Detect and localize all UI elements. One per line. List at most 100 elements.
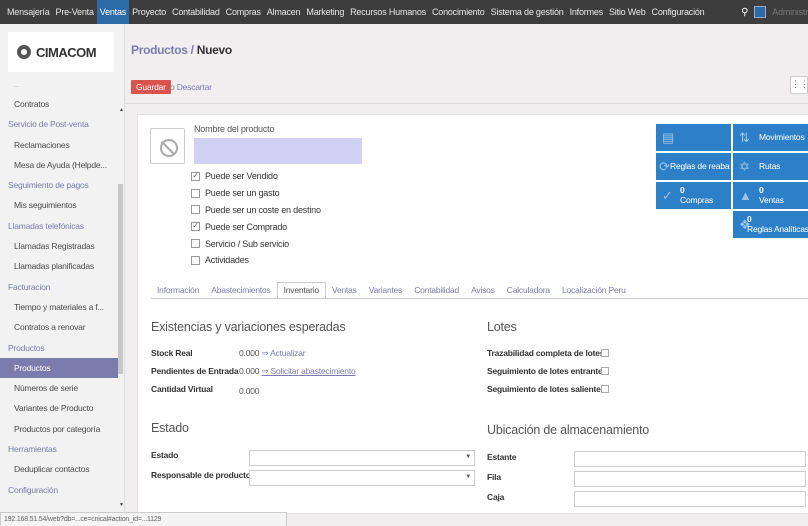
movimientos-button[interactable]: ⇅ Movimientos (733, 124, 808, 151)
lote-checkbox[interactable] (601, 349, 609, 357)
option-row: Servicio / Sub servicio (191, 235, 321, 252)
option-checkbox[interactable] (191, 205, 200, 215)
top-menu-item[interactable]: Sistema de gestión (488, 0, 567, 24)
option-label: Puede ser Vendido (205, 171, 278, 182)
caja-label: Caja (487, 492, 505, 502)
option-checkbox[interactable] (191, 255, 200, 265)
sidebar-item[interactable]: Tiempo y materiales a f... (0, 297, 118, 317)
product-image[interactable] (150, 128, 185, 164)
tab-item[interactable]: Ventas (326, 282, 363, 299)
option-checkbox[interactable] (191, 188, 200, 198)
fila-label: Fila (487, 472, 501, 482)
scroll-down-icon[interactable]: ▼ (119, 502, 124, 508)
fila-input[interactable] (574, 471, 806, 487)
lote-checkbox[interactable] (601, 385, 609, 393)
breadcrumb-parent[interactable]: Productos (131, 43, 188, 57)
company-logo[interactable]: CIMACOM (8, 32, 114, 72)
sidebar-item[interactable]: Deduplicar contactos (0, 459, 118, 479)
top-menu-item[interactable]: Conocimiento (429, 0, 488, 24)
sidebar-section-header[interactable]: Configuración (0, 480, 118, 500)
option-label: Servicio / Sub servicio (205, 238, 289, 249)
compras-label: Compras (680, 195, 714, 205)
top-menu-item[interactable]: Almacen (264, 0, 304, 24)
user-menu[interactable]: Administr (772, 7, 808, 17)
sidebar-item[interactable]: Productos por categoría (0, 419, 118, 439)
option-checkbox[interactable] (191, 239, 200, 249)
sidebar-item[interactable]: Variantes de Producto (0, 398, 118, 418)
top-menu-item[interactable]: Proyecto (129, 0, 169, 24)
estante-input[interactable] (574, 451, 806, 467)
top-menu-item[interactable]: Sitio Web (606, 0, 649, 24)
tab-item[interactable]: Variantes (363, 282, 408, 299)
rutas-button[interactable]: ✡ Rutas (733, 153, 808, 180)
sidebar-item[interactable]: Reclamaciones (0, 135, 118, 155)
sidebar-section-header[interactable]: Facturacion (0, 277, 118, 297)
sidebar-item-cut[interactable]: ... (0, 82, 118, 94)
sidebar-item[interactable]: Llamadas Registradas (0, 236, 118, 256)
ventas-button[interactable]: ▲ 0 Ventas (733, 182, 808, 209)
sidebar-item[interactable]: Números de serie (0, 378, 118, 398)
top-menu-item[interactable]: Recursos Humanos (347, 0, 429, 24)
view-switch-icon[interactable]: ⋮⋮ (790, 76, 808, 94)
save-button[interactable]: Guardar (131, 80, 171, 94)
lote-checkbox[interactable] (601, 367, 609, 375)
tab-item[interactable]: Inventario (276, 282, 326, 299)
virtual-label: Cantidad Virtual (151, 384, 213, 394)
top-menu-item[interactable]: Compras (223, 0, 264, 24)
option-row: Puede ser un coste en destino (191, 202, 321, 219)
compras-button[interactable]: ✓ 0 Compras (656, 182, 731, 209)
sidebar-section-header[interactable]: Seguimiento de pagos (0, 175, 118, 195)
tab-item[interactable]: Información (151, 282, 205, 299)
breadcrumb-sep: / (187, 43, 197, 57)
top-menu-item[interactable]: Ventas (96, 0, 130, 24)
top-menu-item[interactable]: Configuración (649, 0, 708, 24)
sidebar-section-header[interactable]: Productos (0, 338, 118, 358)
sidebar-item[interactable]: Mis seguimientos (0, 195, 118, 215)
estado-label: Estado (151, 450, 179, 460)
option-row: ✓ Puede ser Vendido (191, 168, 321, 185)
sidebar-section-header[interactable]: Llamadas telefónicas (0, 216, 118, 236)
sidebar-item[interactable]: Mesa de Ayuda (Helpde... (0, 155, 118, 175)
solicitar-link[interactable]: ⇒ Solicitar abastecimiento (261, 366, 355, 376)
actualizar-link[interactable]: ⇒ Actualizar (261, 348, 305, 358)
top-menu-item[interactable]: Mensajería (4, 0, 53, 24)
sidebar-item[interactable]: Productos (0, 357, 118, 379)
tab-item[interactable]: Localización Peru (556, 282, 632, 299)
top-menu-item[interactable]: Informes (567, 0, 606, 24)
compras-count: 0 (680, 185, 685, 195)
option-checkbox[interactable]: ✓ (191, 222, 200, 232)
breadcrumb: Productos / Nuevo (131, 43, 232, 57)
ventas-count: 0 (759, 185, 764, 195)
reglas-button[interactable]: ⟳ Reglas de reabas (656, 153, 731, 180)
cart-icon: ✓ (662, 188, 673, 203)
existencias-title: Existencias y variaciones esperadas (151, 320, 346, 334)
tab-item[interactable]: Contabilidad (408, 282, 465, 299)
lotes-title: Lotes (487, 320, 517, 334)
option-checkbox[interactable]: ✓ (191, 171, 200, 181)
sidebar-item[interactable]: Contratos (0, 94, 118, 114)
blank-stat-button[interactable]: ▤ (656, 124, 731, 151)
tab-divider (151, 298, 808, 299)
tab-item[interactable]: Avisos (465, 282, 501, 299)
tab-item[interactable]: Calculadora (501, 282, 556, 299)
responsable-select[interactable]: ▼ (249, 470, 475, 486)
top-menu-item[interactable]: Contabilidad (169, 0, 223, 24)
estado-select[interactable]: ▼ (249, 450, 475, 466)
avatar[interactable] (754, 6, 767, 18)
sidebar: CIMACOM ... Contratos Servicio de Post-ve… (0, 24, 125, 512)
top-menu-item[interactable]: Pre-Venta (53, 0, 97, 24)
analiticas-button[interactable]: ❖ 0 Reglas Analíticas (733, 211, 808, 238)
sidebar-item[interactable]: Llamadas planificadas (0, 256, 118, 276)
top-menu-item[interactable]: Marketing (303, 0, 347, 24)
sidebar-item[interactable]: Contratos a renovar (0, 317, 118, 337)
sidebar-scrollbar[interactable] (118, 184, 123, 374)
search-icon[interactable]: ⚲ (741, 7, 748, 18)
notebook-tabs: Información Abastecimientos Inventario Vent… (151, 282, 632, 299)
product-name-input[interactable] (194, 138, 362, 164)
discard-button[interactable]: Descartar (177, 82, 212, 92)
tab-item[interactable]: Abastecimientos (205, 282, 276, 299)
scroll-up-icon[interactable]: ▲ (119, 107, 124, 113)
sidebar-section-header[interactable]: Servicio de Post-venta (0, 114, 118, 134)
sidebar-section-header[interactable]: Herramientas (0, 439, 118, 459)
caja-input[interactable] (574, 491, 806, 507)
